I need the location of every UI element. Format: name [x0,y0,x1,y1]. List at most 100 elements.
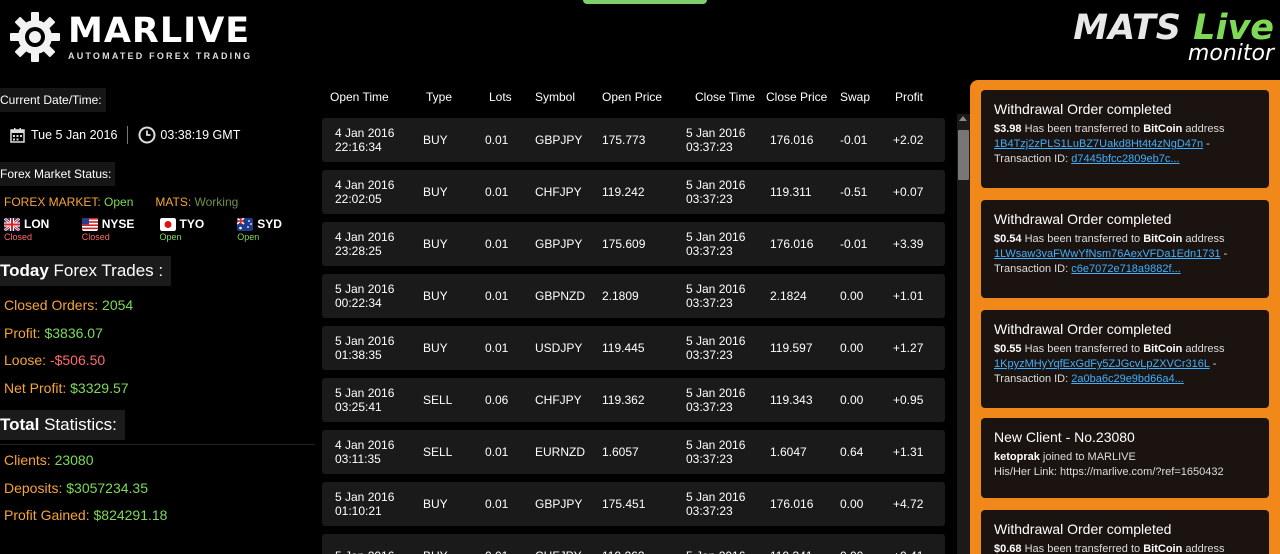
trade-type: BUY [423,185,448,199]
trade-row: 4 Jan 2016 23:28:25 BUY 0.01 GBPJPY 175.609 5 … [322,222,945,266]
trade-lots: 0.01 [485,289,509,303]
current-date: Tue 5 Jan 2016 [31,128,118,142]
trade-profit: +2.02 [893,133,924,147]
trade-lots: 0.01 [485,237,509,251]
calendar-icon [10,128,25,143]
trade-profit: +0.07 [893,185,924,199]
exchange-status: Closed [4,232,33,242]
trade-close-price: 2.1824 [770,289,807,303]
trade-lots: 0.01 [485,497,509,511]
trade-open-price: 119.362 [602,393,645,407]
trade-row: 4 Jan 2016 22:02:05 BUY 0.01 CHFJPY 119.242 5 … [322,170,945,214]
deposits-stat: Deposits: $3057234.35 [4,479,149,496]
closed-orders-stat: Closed Orders: 2054 [4,297,134,313]
trade-type: SELL [423,445,453,459]
col-swap: Swap [840,90,871,104]
trade-type: BUY [423,289,448,303]
exchange-lon: LON Closed [4,217,82,242]
trade-lots: 0.01 [485,185,509,199]
col-close-time: Close Time [695,90,756,104]
trade-open-time: 4 Jan 2016 03:11:35 [335,438,395,466]
exchange-name: NYSE [101,217,135,231]
trade-close-price: 119.341 [764,549,834,554]
feed-card-body: $0.55 Has been transferred to BitCoin ad… [994,343,1225,385]
trade-close-time: 5 Jan 2016 03:37:23 [686,490,746,518]
forex-market-value: Open [104,195,134,209]
col-type: Type [426,90,453,104]
trade-open-price: 175.773 [602,133,646,147]
trade-swap: 0.00 [840,341,864,355]
trade-type: BUY [423,133,448,147]
trade-rows: 4 Jan 2016 22:16:34 BUY 0.01 GBPJPY 175.773 5 … [322,118,972,554]
total-stats: Clients: 23080 Deposits: $3057234.35 Pro… [0,447,315,530]
marlive-monitor-page: MARLIVE AUTOMATED FOREX TRADING MATS Liv… [0,0,1280,554]
feed-card-body: $0.54 Has been transferred to BitCoin ad… [994,233,1228,275]
col-open-time: Open Time [330,90,389,104]
loose-stat: Loose: -$506.50 [4,352,106,368]
transaction-id-link[interactable]: 2a0ba6c29e9bd66a4... [1071,373,1184,385]
trade-row: 4 Jan 2016 22:16:34 BUY 0.01 GBPJPY 175.773 5 … [322,118,945,162]
feed-card-withdrawal: Withdrawal Order completed $0.68 Has bee… [981,510,1269,554]
trade-profit: +0.95 [893,393,924,407]
trade-open-time: 5 Jan 2016 00:22:34 [335,282,395,310]
trade-lots: 0.01 [485,133,509,147]
scrollbar-thumb[interactable] [958,130,969,180]
trade-open-time: 5 Jan 2016 01:10:21 [335,490,395,518]
trade-open-price: 119.445 [602,341,645,355]
trade-symbol: EURNZD [535,445,585,459]
trade-row: 5 Jan 2016BUY0.01CHFJPY119.2625 Jan 2016… [322,534,945,554]
transaction-id-link[interactable]: d7445bfcc2809eb7c... [1071,153,1179,165]
feed-card-title: Withdrawal Order completed [994,321,1172,337]
trade-row: 4 Jan 2016 03:11:35 SELL 0.01 EURNZD 1.6057 5 … [322,430,945,474]
trade-type: BUY [412,549,477,554]
clients-stat: Clients: 23080 [4,452,94,468]
exchange-name: TYO [179,217,205,231]
bitcoin-address-link[interactable]: 1LWsaw3vaFWwYfNsm76AexVFDa1Edn1731 [994,248,1221,260]
trade-open-price: 119.262 [596,549,678,554]
trade-symbol: GBPNZD [535,289,586,303]
exchange-name: SYD [257,217,282,231]
trade-symbol: GBPJPY [535,133,583,147]
profit-stat: Profit: $3836.07 [4,324,103,341]
exchange-syd: SYD Open [237,217,315,242]
feed-card-body: ketoprak joined to MARLIVE His/Her Link:… [994,451,1224,478]
bitcoin-address-link[interactable]: 1B4Tzj2zPLS1LuBZ7Uakd8Ht4t4zNgD47n [994,138,1203,150]
mats-live-monitor-logo: MATS Live monitor [1073,10,1274,65]
trade-type: BUY [423,497,448,511]
trade-profit: +0.41 [887,549,945,554]
col-lots: Lots [489,90,512,104]
exchange-status: Open [237,232,260,242]
exchange-tyo: TYO Open [159,217,238,242]
current-datetime-label: Current Date/Time: [0,88,106,112]
trade-row: 5 Jan 2016 03:25:41 SELL 0.06 CHFJPY 119.362 5… [322,378,945,422]
trade-type: BUY [423,341,448,355]
exchange-status-list: LON Closed NYSE Closed TYO Open SYD Open [0,217,315,242]
feed-card-title: Withdrawal Order completed [994,211,1172,227]
transaction-id-link[interactable]: c6e7072e718a9882f... [1071,263,1181,275]
japan-flag-icon [159,217,176,231]
gear-logo-icon [10,12,60,62]
trade-open-time: 5 Jan 2016 03:25:41 [335,386,395,414]
col-close-price: Close Price [766,90,828,104]
scroll-up-arrow-icon[interactable] [959,116,967,121]
trade-open-time: 5 Jan 2016 [322,549,412,554]
current-time: 03:38:19 GMT [160,128,241,142]
trade-symbol: CHFJPY [527,549,596,554]
trade-swap: 0.64 [840,445,864,459]
trade-profit: +1.27 [893,341,924,355]
today-stats: Closed Orders: 2054 Profit: $3836.07 Loo… [0,292,315,402]
trade-profit: +4.72 [893,497,924,511]
feed-card-body: $0.68 Has been transferred to BitCoin ad… [994,543,1225,554]
top-green-button[interactable] [583,0,707,4]
net-profit-stat: Net Profit: $3329.57 [4,379,129,396]
trade-open-time: 5 Jan 2016 01:38:35 [335,334,395,362]
marlive-logo[interactable]: MARLIVE AUTOMATED FOREX TRADING [8,6,252,68]
trade-profit: +1.01 [893,289,924,303]
market-status-label: Forex Market Status: [0,162,116,186]
trade-close-time: 5 Jan 2016 [678,549,764,554]
trades-scrollbar[interactable] [957,114,970,554]
trade-swap: -0.51 [840,185,868,199]
date-time-divider [127,126,129,144]
trade-close-price: 119.311 [770,185,812,199]
bitcoin-address-link[interactable]: 1KpyzMHyYqfExGdFy5ZJGcvLpZXVCr316L [994,358,1210,370]
